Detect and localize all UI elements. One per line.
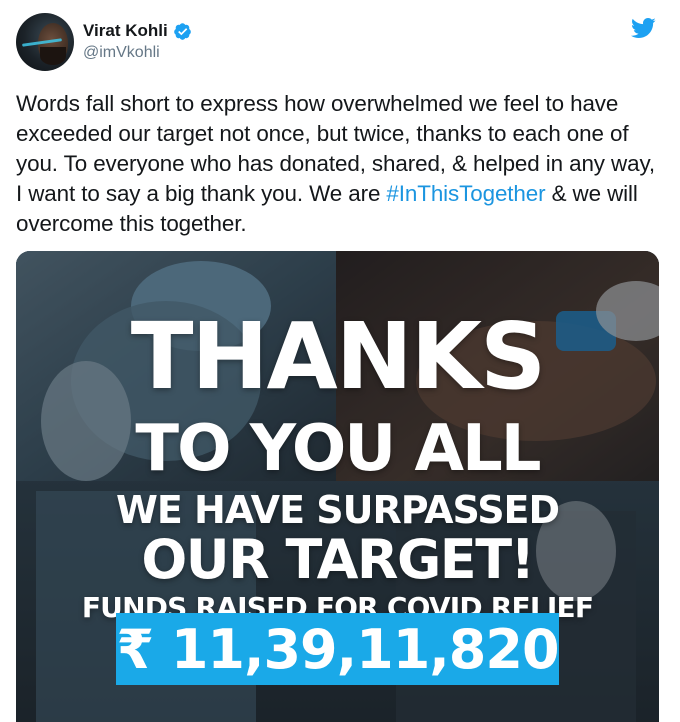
tweet-card: Virat Kohli @imVkohli Words fall short t… [0,0,680,722]
tweet-media-image[interactable]: THANKS TO YOU ALL WE HAVE SURPASSED OUR … [16,251,659,722]
media-headline-target: OUR TARGET! [141,528,535,591]
name-row: Virat Kohli [83,20,192,42]
avatar-beard [40,47,66,65]
author-display-name[interactable]: Virat Kohli [83,20,168,42]
tweet-author-header[interactable]: Virat Kohli @imVkohli [16,12,192,72]
media-headline-to-you-all: TO YOU ALL [135,412,541,486]
twitter-bird-icon[interactable] [628,15,658,41]
hashtag-link[interactable]: #InThisTogether [386,181,545,206]
media-headline-thanks: THANKS [130,303,547,410]
avatar[interactable] [16,13,74,71]
author-names: Virat Kohli @imVkohli [83,20,192,64]
author-handle[interactable]: @imVkohli [83,42,192,64]
tweet-text: Words fall short to express how overwhel… [16,89,666,239]
verified-badge-icon [173,22,191,40]
amount-raised: ₹ 11,39,11,820 [116,617,559,681]
amount-banner: ₹ 11,39,11,820 [116,613,560,685]
media-headline-surpassed: WE HAVE SURPASSED [115,488,560,532]
